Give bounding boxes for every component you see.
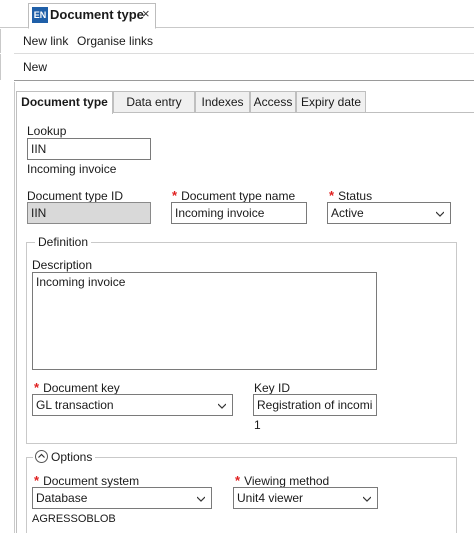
- status-label-text: Status: [338, 189, 373, 203]
- chevron-down-icon: [436, 211, 444, 217]
- actions-toolbar: New: [0, 54, 474, 80]
- required-marker: *: [34, 380, 40, 395]
- key-id-input[interactable]: Registration of incomi: [253, 394, 377, 416]
- chevron-down-icon: [197, 496, 205, 502]
- document-type-name-input[interactable]: Incoming invoice: [171, 202, 307, 224]
- definition-legend: Definition: [35, 235, 92, 249]
- key-id-label: Key ID: [254, 381, 291, 395]
- document-system-select-value: Database: [36, 491, 88, 505]
- close-icon[interactable]: ×: [142, 6, 150, 22]
- viewing-method-label: * Viewing method: [235, 473, 330, 489]
- document-tab-title[interactable]: Document type: [50, 7, 144, 23]
- document-key-select[interactable]: GL transaction: [32, 394, 233, 416]
- toolbar-divider: [14, 80, 474, 81]
- new-link-button[interactable]: New link: [23, 34, 68, 48]
- chevron-down-icon: [218, 403, 226, 409]
- description-textarea[interactable]: Incoming invoice: [32, 272, 377, 370]
- links-toolbar: New link Organise links: [0, 29, 474, 53]
- tab-expiry-date[interactable]: Expiry date: [296, 91, 366, 113]
- organise-links-button[interactable]: Organise links: [77, 34, 153, 48]
- document-type-id-label: Document type ID: [27, 189, 124, 203]
- tab-indexes[interactable]: Indexes: [195, 91, 250, 113]
- chevron-down-icon: [363, 496, 371, 502]
- status-label: * Status: [329, 188, 373, 204]
- lookup-input[interactable]: IIN: [27, 138, 151, 160]
- options-legend-text: Options: [51, 450, 93, 464]
- tab-data-entry[interactable]: Data entry: [113, 91, 195, 113]
- collapse-up-icon[interactable]: [35, 450, 48, 463]
- viewing-method-select[interactable]: Unit4 viewer: [233, 487, 378, 509]
- viewing-method-label-text: Viewing method: [244, 474, 330, 488]
- lookup-description: Incoming invoice: [27, 162, 117, 176]
- status-select[interactable]: Active: [327, 202, 451, 224]
- document-type-name-label: * Document type name: [172, 188, 296, 204]
- options-legend: Options: [33, 450, 96, 464]
- required-marker: *: [329, 188, 335, 203]
- status-select-value: Active: [331, 206, 364, 220]
- document-system-label: * Document system: [34, 473, 140, 489]
- new-button[interactable]: New: [23, 60, 47, 74]
- document-key-label: * Document key: [34, 380, 120, 396]
- tab-document-type[interactable]: Document type: [16, 91, 113, 114]
- description-label: Description: [32, 258, 93, 272]
- document-system-label-text: Document system: [43, 474, 140, 488]
- required-marker: *: [235, 473, 241, 488]
- document-type-name-label-text: Document type name: [181, 189, 296, 203]
- language-badge: EN: [32, 7, 48, 23]
- document-type-id-field: IIN: [27, 202, 151, 224]
- document-key-label-text: Document key: [43, 381, 120, 395]
- tab-access[interactable]: Access: [250, 91, 296, 113]
- key-id-sub: 1: [254, 418, 261, 432]
- required-marker: *: [172, 188, 178, 203]
- lookup-label: Lookup: [27, 124, 67, 138]
- document-system-select[interactable]: Database: [32, 487, 212, 509]
- document-key-select-value: GL transaction: [36, 398, 114, 412]
- viewing-method-select-value: Unit4 viewer: [237, 491, 304, 505]
- required-marker: *: [34, 473, 40, 488]
- document-system-sub: AGRESSOBLOB: [32, 513, 116, 525]
